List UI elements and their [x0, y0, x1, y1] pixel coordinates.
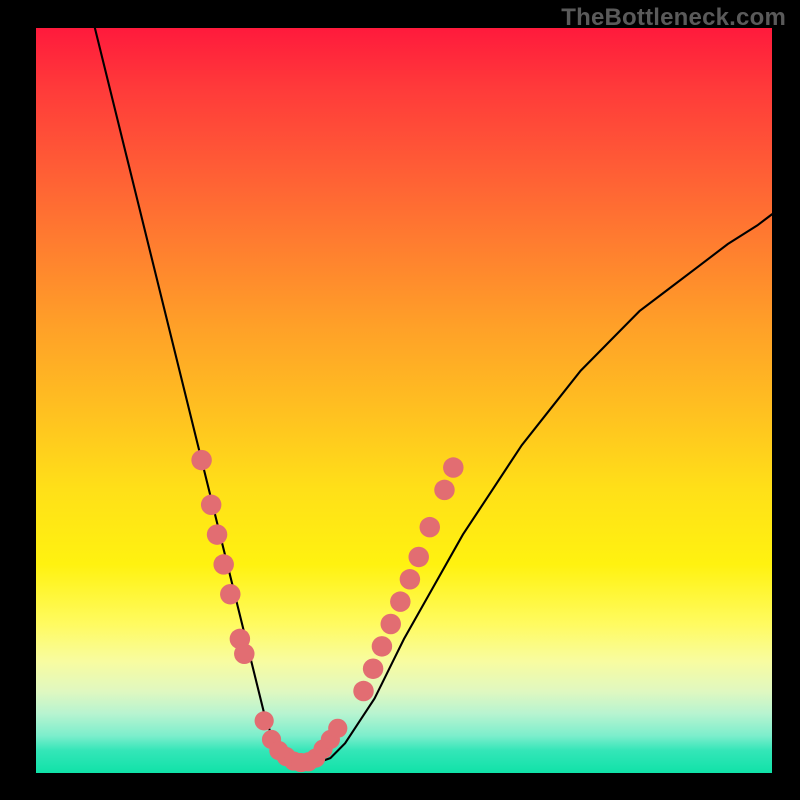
data-point [220, 584, 240, 604]
bottleneck-curve [95, 28, 772, 766]
data-point [381, 614, 401, 634]
data-point [207, 524, 227, 544]
data-point [191, 450, 211, 470]
data-point [201, 495, 221, 515]
data-point [255, 711, 274, 730]
chart-frame: TheBottleneck.com [0, 0, 800, 800]
data-point [408, 547, 428, 567]
data-point [372, 636, 392, 656]
data-point [353, 681, 373, 701]
data-point [443, 457, 463, 477]
data-point [363, 658, 383, 678]
data-point [420, 517, 440, 537]
chart-svg [36, 28, 772, 773]
data-point [400, 569, 420, 589]
plot-area [36, 28, 772, 773]
curve-layer [95, 28, 772, 766]
data-point [328, 719, 347, 738]
data-point [434, 480, 454, 500]
watermark-text: TheBottleneck.com [561, 4, 786, 32]
data-point [390, 591, 410, 611]
data-point [234, 644, 254, 664]
data-point [213, 554, 233, 574]
markers-layer [191, 450, 463, 772]
